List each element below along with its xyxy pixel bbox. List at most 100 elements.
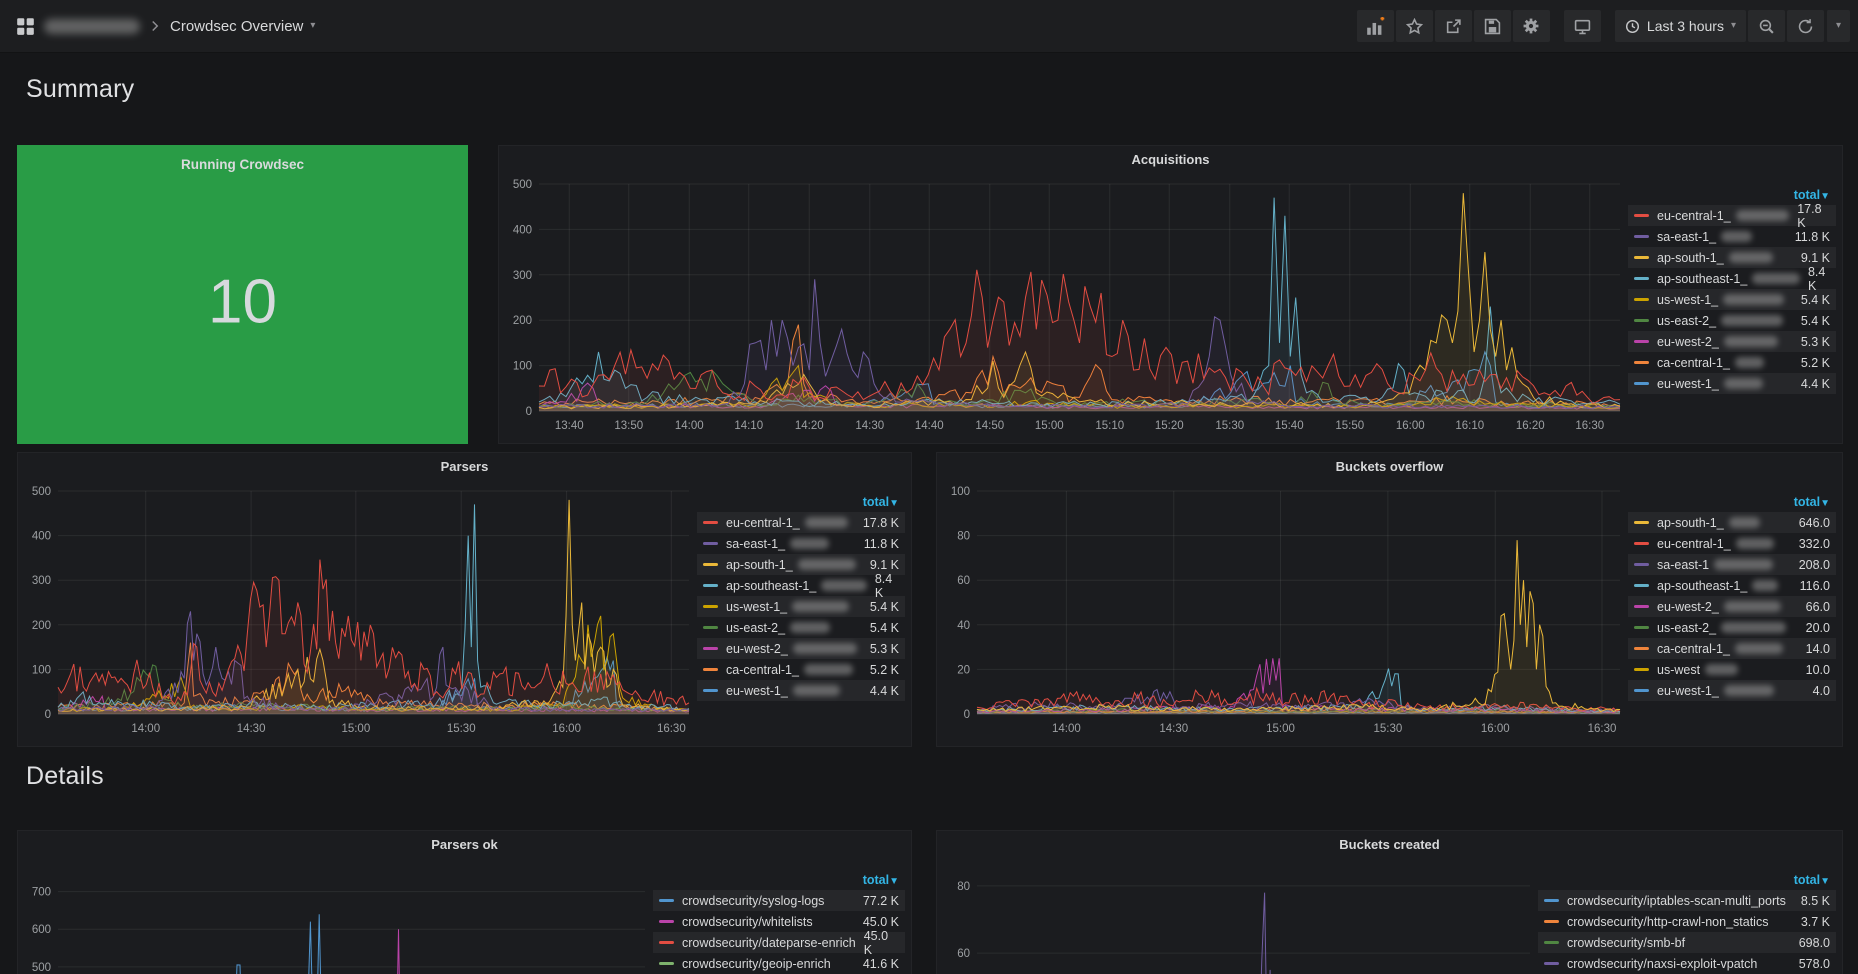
legend-color-dash[interactable]: [1634, 256, 1649, 259]
favorite-button[interactable]: [1396, 10, 1433, 42]
legend-series-label[interactable]: us-east-2_: [726, 621, 785, 635]
legend-color-dash[interactable]: [659, 920, 674, 923]
legend-color-dash[interactable]: [1634, 584, 1649, 587]
legend-series-label[interactable]: crowdsecurity/geoip-enrich: [682, 957, 831, 971]
time-range-picker[interactable]: Last 3 hours ▾: [1615, 10, 1746, 42]
panel-title[interactable]: Acquisitions: [499, 152, 1842, 167]
legend-color-dash[interactable]: [1634, 542, 1649, 545]
legend-series-label[interactable]: crowdsecurity/smb-bf: [1567, 936, 1685, 950]
legend-color-dash[interactable]: [1634, 319, 1649, 322]
legend-color-dash[interactable]: [659, 941, 674, 944]
legend-series-label[interactable]: sa-east-1_: [1657, 230, 1716, 244]
legend-series-label[interactable]: us-west-1_: [726, 600, 787, 614]
legend-color-dash[interactable]: [703, 584, 718, 587]
share-button[interactable]: [1435, 10, 1472, 42]
legend-series-label[interactable]: crowdsecurity/whitelists: [682, 915, 813, 929]
refresh-interval-dropdown[interactable]: ▾: [1826, 10, 1850, 42]
legend-color-dash[interactable]: [1544, 962, 1559, 965]
stat-panel-running-crowdsec[interactable]: Running Crowdsec 10: [17, 145, 468, 444]
legend-series-label[interactable]: crowdsecurity/syslog-logs: [682, 894, 824, 908]
save-button[interactable]: [1474, 10, 1511, 42]
legend-series-label[interactable]: sa-east-1: [1657, 558, 1709, 572]
legend-series-label[interactable]: eu-west-2_: [1657, 335, 1719, 349]
legend-series-label[interactable]: sa-east-1_: [726, 537, 785, 551]
legend-sort-total[interactable]: total▼: [697, 495, 905, 509]
legend-color-dash[interactable]: [1634, 298, 1649, 301]
legend-series-label[interactable]: crowdsecurity/dateparse-enrich: [682, 936, 856, 950]
legend-color-dash[interactable]: [1634, 382, 1649, 385]
legend-series-label[interactable]: ca-central-1_: [1657, 642, 1730, 656]
legend-color-dash[interactable]: [703, 605, 718, 608]
section-title-summary[interactable]: Summary: [26, 75, 134, 104]
legend-series-label[interactable]: eu-central-1_: [1657, 537, 1731, 551]
legend-color-dash[interactable]: [659, 962, 674, 965]
legend-color-dash[interactable]: [1634, 626, 1649, 629]
time-series-chart[interactable]: 02040608010014:0014:3015:0015:3016:0016:…: [937, 481, 1628, 746]
legend-series-label[interactable]: us-east-2_: [1657, 314, 1716, 328]
legend-series-label[interactable]: crowdsecurity/iptables-scan-multi_ports: [1567, 894, 1786, 908]
legend-color-dash[interactable]: [703, 647, 718, 650]
time-series-chart[interactable]: 20406080: [937, 859, 1538, 974]
legend-series-label[interactable]: ap-south-1_: [1657, 516, 1724, 530]
legend-series-label[interactable]: crowdsecurity/naxsi-exploit-vpatch: [1567, 957, 1757, 971]
legend-series-label[interactable]: eu-west-1_: [1657, 377, 1719, 391]
legend-color-dash[interactable]: [1634, 340, 1649, 343]
panel-title[interactable]: Parsers: [18, 459, 911, 474]
legend-color-dash[interactable]: [703, 542, 718, 545]
legend-color-dash[interactable]: [703, 521, 718, 524]
legend-series-label[interactable]: ap-south-1_: [1657, 251, 1724, 265]
dashboard-title-dropdown[interactable]: Crowdsec Overview ▾: [170, 18, 315, 35]
legend-sort-total[interactable]: total▼: [1628, 188, 1836, 202]
legend-color-dash[interactable]: [1634, 235, 1649, 238]
legend-series-label[interactable]: eu-west-1_: [726, 684, 788, 698]
panel-title[interactable]: Buckets created: [937, 837, 1842, 852]
legend-color-dash[interactable]: [1634, 668, 1649, 671]
legend-series-label[interactable]: eu-central-1_: [726, 516, 800, 530]
legend-series-label[interactable]: ca-central-1_: [726, 663, 799, 677]
legend-series-label[interactable]: us-east-2_: [1657, 621, 1716, 635]
legend-color-dash[interactable]: [703, 626, 718, 629]
legend-color-dash[interactable]: [1634, 647, 1649, 650]
legend-color-dash[interactable]: [1544, 899, 1559, 902]
legend-series-label[interactable]: eu-central-1_: [1657, 209, 1731, 223]
add-panel-button[interactable]: [1357, 10, 1394, 42]
tv-mode-button[interactable]: [1564, 10, 1601, 42]
zoom-out-button[interactable]: [1748, 10, 1785, 42]
time-series-chart[interactable]: 010020030040050013:4013:5014:0014:1014:2…: [499, 174, 1628, 443]
legend-series-label[interactable]: eu-west-2_: [1657, 600, 1719, 614]
panel-title[interactable]: Buckets overflow: [937, 459, 1842, 474]
legend-series-label[interactable]: crowdsecurity/http-crawl-non_statics: [1567, 915, 1768, 929]
legend-color-dash[interactable]: [703, 668, 718, 671]
panel-title[interactable]: Parsers ok: [18, 837, 911, 852]
legend-color-dash[interactable]: [1634, 361, 1649, 364]
legend-series-label[interactable]: ca-central-1_: [1657, 356, 1730, 370]
legend-sort-total[interactable]: total▼: [653, 873, 905, 887]
legend-color-dash[interactable]: [1634, 214, 1649, 217]
time-series-chart[interactable]: 100200300400500600700: [18, 859, 653, 974]
legend-color-dash[interactable]: [703, 689, 718, 692]
legend-color-dash[interactable]: [659, 899, 674, 902]
legend-color-dash[interactable]: [1544, 941, 1559, 944]
legend-color-dash[interactable]: [703, 563, 718, 566]
legend-series-label[interactable]: ap-southeast-1_: [1657, 272, 1747, 286]
legend-color-dash[interactable]: [1634, 605, 1649, 608]
legend-color-dash[interactable]: [1634, 521, 1649, 524]
settings-button[interactable]: [1513, 10, 1550, 42]
legend-color-dash[interactable]: [1634, 277, 1649, 280]
legend-series-label[interactable]: ap-southeast-1_: [726, 579, 816, 593]
legend-sort-total[interactable]: total▼: [1628, 495, 1836, 509]
legend-color-dash[interactable]: [1634, 689, 1649, 692]
legend-series-label[interactable]: eu-west-1_: [1657, 684, 1719, 698]
legend-color-dash[interactable]: [1634, 563, 1649, 566]
time-series-chart[interactable]: 010020030040050014:0014:3015:0015:3016:0…: [18, 481, 697, 746]
legend-series-label[interactable]: ap-south-1_: [726, 558, 793, 572]
refresh-button[interactable]: [1787, 10, 1824, 42]
apps-grid-icon[interactable]: [16, 17, 35, 36]
section-title-details[interactable]: Details: [26, 762, 104, 791]
legend-series-label[interactable]: us-west: [1657, 663, 1700, 677]
legend-series-label[interactable]: us-west-1_: [1657, 293, 1718, 307]
legend-sort-total[interactable]: total▼: [1538, 873, 1836, 887]
legend-series-label[interactable]: ap-southeast-1_: [1657, 579, 1747, 593]
org-name-redacted[interactable]: [44, 19, 140, 34]
legend-series-label[interactable]: eu-west-2_: [726, 642, 788, 656]
